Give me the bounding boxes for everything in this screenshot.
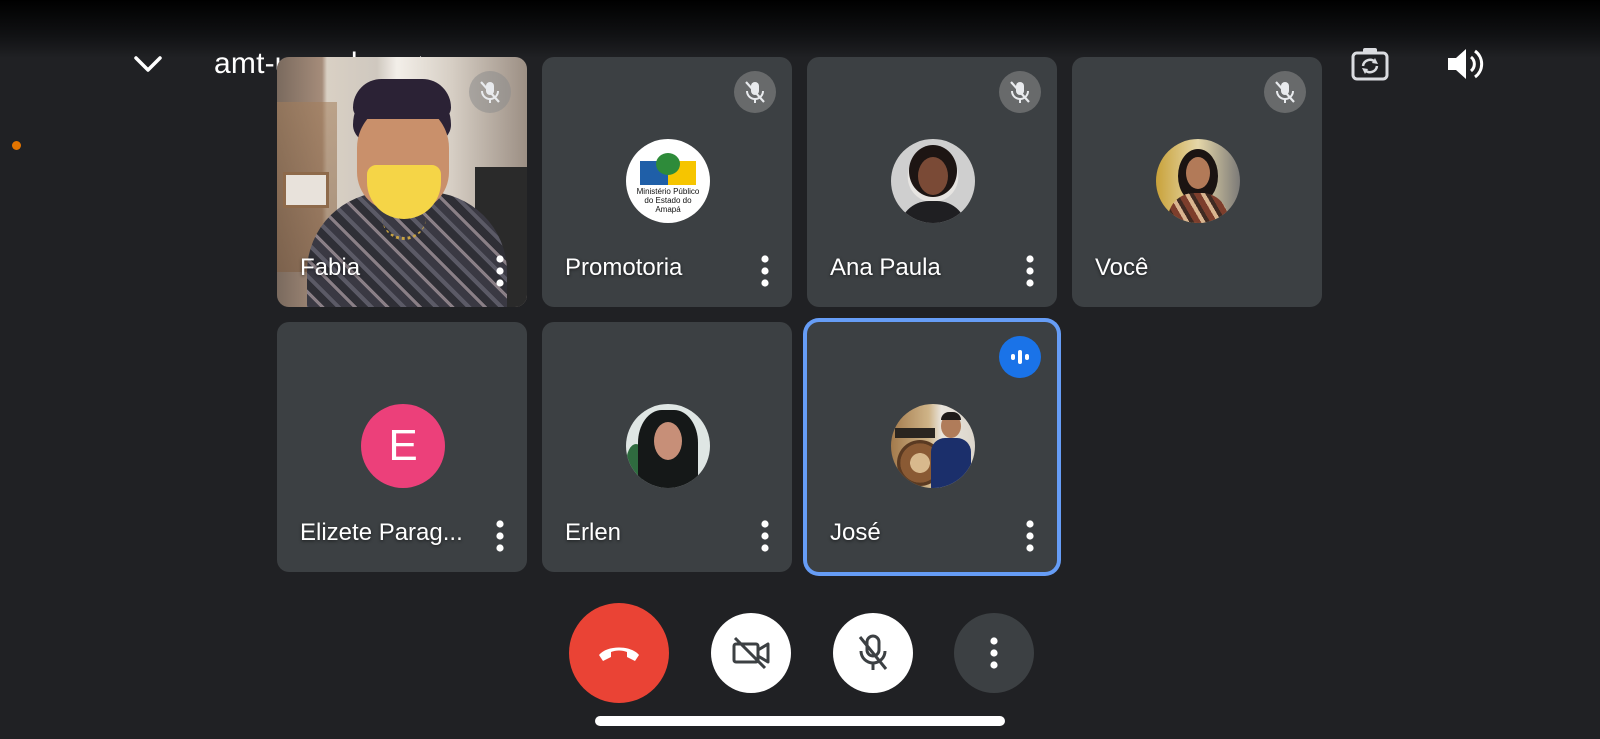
mic-off-icon bbox=[858, 634, 888, 670]
participant-tile-promotoria[interactable]: Ministério Público do Estado do Amapá Pr… bbox=[542, 57, 792, 307]
muted-badge bbox=[734, 71, 776, 113]
avatar: Ministério Público do Estado do Amapá bbox=[626, 139, 710, 223]
avatar bbox=[626, 404, 710, 488]
participant-name: Fabia bbox=[300, 254, 361, 281]
avatar bbox=[1156, 139, 1240, 223]
participant-name: Erlen bbox=[565, 519, 622, 546]
mic-off-icon bbox=[745, 81, 765, 103]
camera-switch-icon[interactable] bbox=[1350, 46, 1390, 82]
recording-indicator-dot bbox=[12, 141, 21, 150]
participant-name: José bbox=[830, 519, 881, 546]
participant-name: Elizete Parag... bbox=[300, 519, 463, 546]
avatar bbox=[891, 139, 975, 223]
participant-tile-erlen[interactable]: Erlen bbox=[542, 322, 792, 572]
speaking-indicator bbox=[999, 336, 1041, 378]
home-indicator[interactable] bbox=[595, 716, 1005, 726]
chevron-down-icon[interactable] bbox=[130, 46, 166, 82]
participant-name: Ana Paula bbox=[830, 254, 941, 281]
participant-tile-self[interactable]: Você bbox=[1072, 57, 1322, 307]
participant-name: Promotoria bbox=[565, 254, 683, 281]
phone-hangup-icon bbox=[599, 647, 639, 661]
participant-tile-elizete[interactable]: E Elizete Parag... bbox=[277, 322, 527, 572]
mic-toggle-button[interactable] bbox=[833, 613, 913, 693]
more-vert-icon[interactable] bbox=[1025, 519, 1035, 553]
more-vert-icon[interactable] bbox=[760, 519, 770, 553]
mic-off-icon bbox=[1010, 81, 1030, 103]
mic-off-icon bbox=[1275, 81, 1295, 103]
audio-level-icon bbox=[1011, 350, 1029, 364]
muted-badge bbox=[1264, 71, 1306, 113]
more-vert-icon bbox=[990, 637, 998, 669]
participant-name: Você bbox=[1095, 254, 1149, 281]
muted-badge bbox=[999, 71, 1041, 113]
avatar: E bbox=[361, 404, 445, 488]
more-vert-icon[interactable] bbox=[1025, 254, 1035, 288]
camera-toggle-button[interactable] bbox=[711, 613, 791, 693]
mic-off-icon bbox=[480, 81, 500, 103]
more-vert-icon[interactable] bbox=[495, 519, 505, 553]
speaker-icon[interactable] bbox=[1444, 44, 1484, 84]
more-options-button[interactable] bbox=[954, 613, 1034, 693]
participant-tile-fabia[interactable]: Fabia bbox=[277, 57, 527, 307]
avatar-logo-text: Ministério Público do Estado do Amapá bbox=[636, 187, 700, 214]
participant-tile-ana-paula[interactable]: Ana Paula bbox=[807, 57, 1057, 307]
more-vert-icon[interactable] bbox=[760, 254, 770, 288]
muted-badge bbox=[469, 71, 511, 113]
camera-off-icon bbox=[732, 636, 770, 670]
participant-tile-jose[interactable]: José bbox=[807, 322, 1057, 572]
end-call-button[interactable] bbox=[569, 603, 669, 703]
avatar bbox=[891, 404, 975, 488]
more-vert-icon[interactable] bbox=[495, 254, 505, 288]
